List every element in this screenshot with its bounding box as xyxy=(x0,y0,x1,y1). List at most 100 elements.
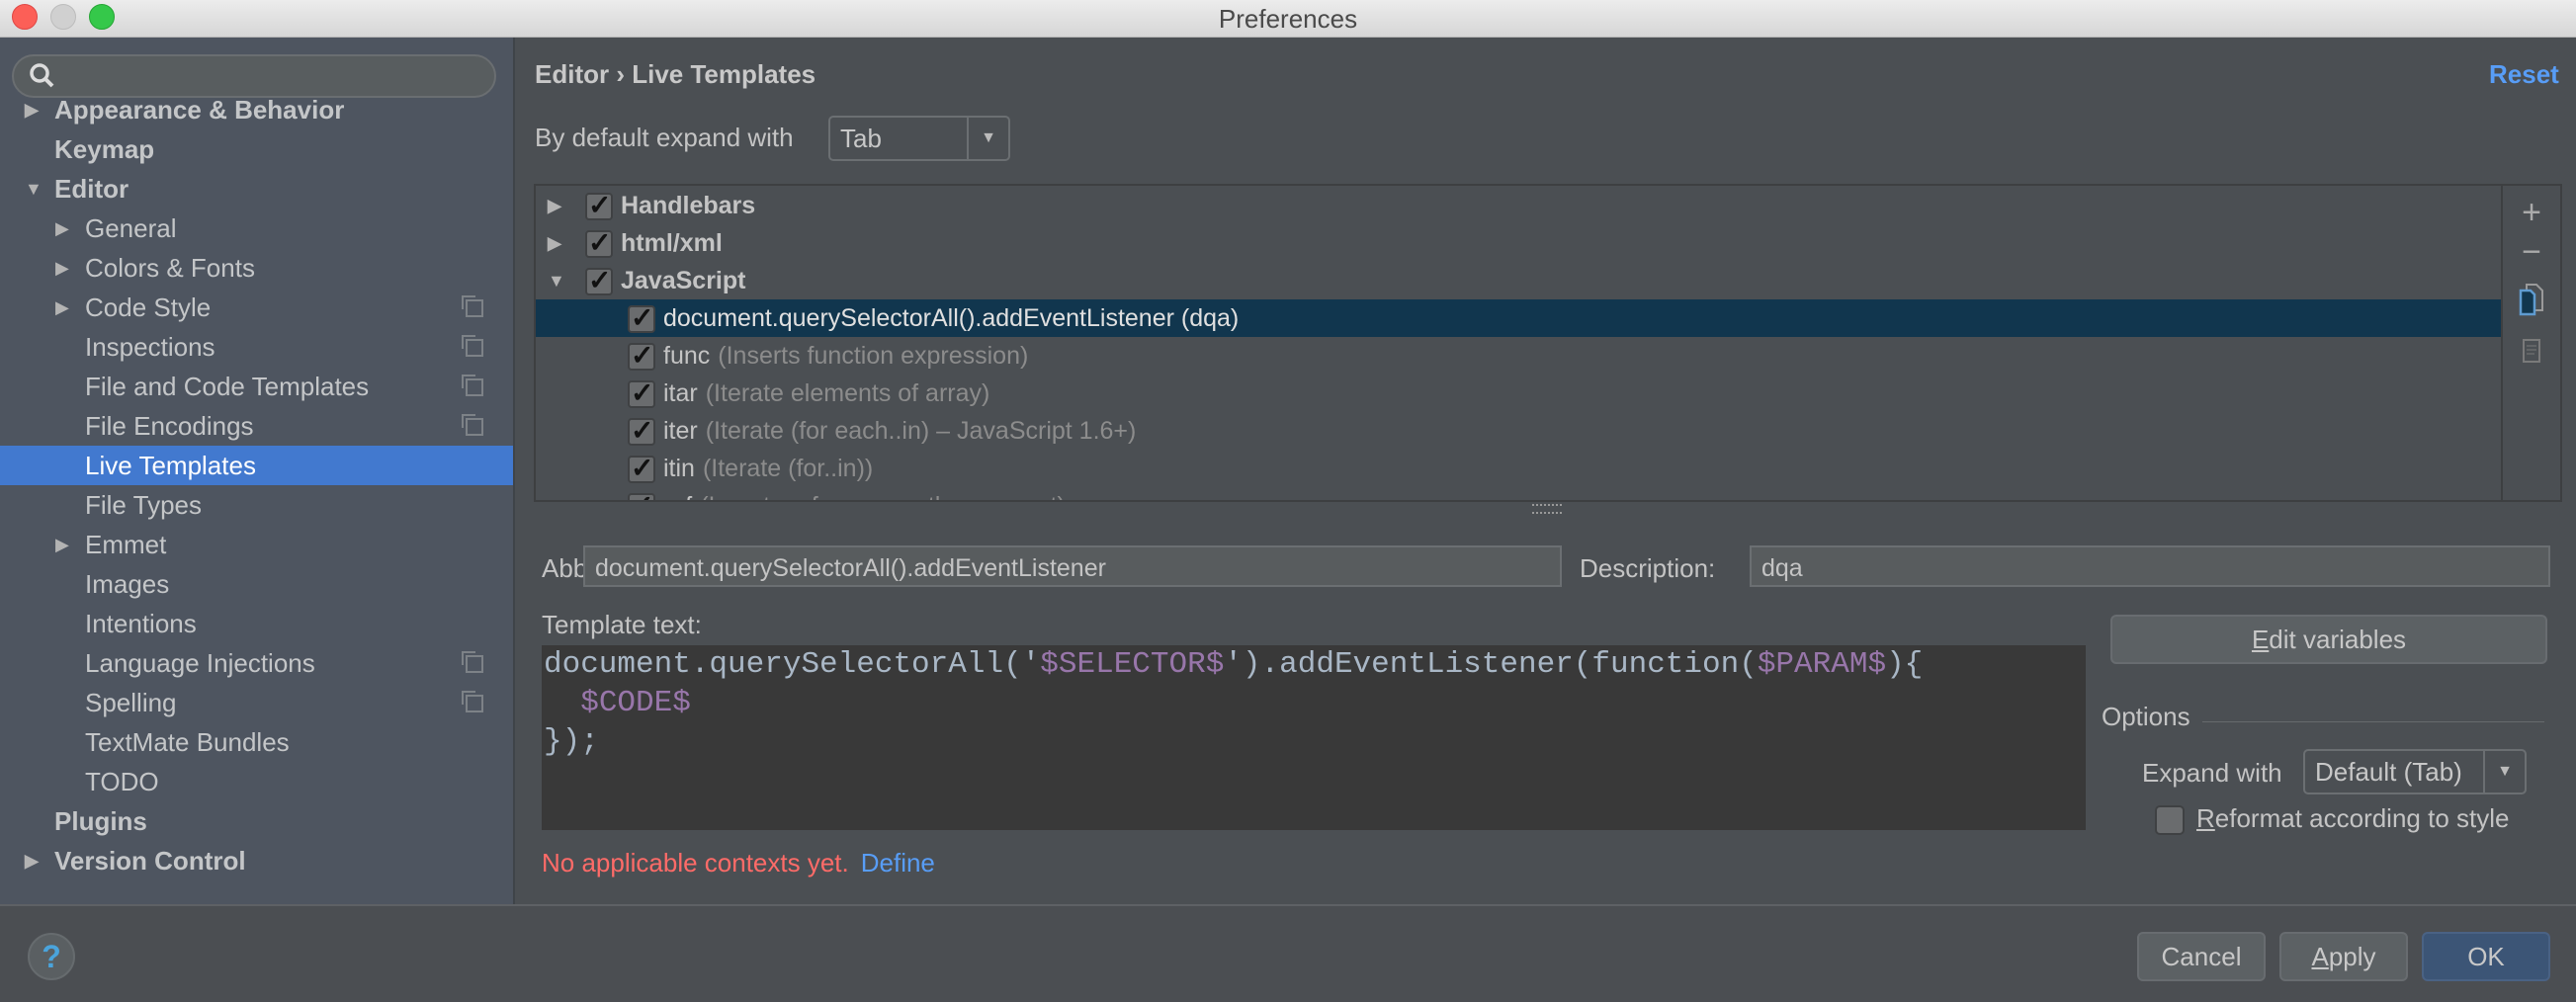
enabled-checkbox[interactable] xyxy=(585,262,613,299)
template-abbreviation: Handlebars xyxy=(621,192,756,219)
sidebar-item-label: Version Control xyxy=(54,846,246,876)
enabled-checkbox[interactable] xyxy=(628,450,655,487)
collapsed-arrow-icon[interactable]: ▶ xyxy=(55,525,69,564)
collapsed-arrow-icon[interactable]: ▶ xyxy=(55,209,69,248)
expanded-arrow-icon[interactable]: ▼ xyxy=(548,262,565,299)
sidebar-item-images[interactable]: Images xyxy=(0,564,513,604)
template-item[interactable]: itar(Iterate elements of array) xyxy=(536,375,2501,412)
project-level-icon xyxy=(462,414,483,436)
template-description: (Inserts function expression) xyxy=(718,342,1029,370)
apply-button[interactable]: Apply xyxy=(2279,932,2408,981)
sidebar-item-plugins[interactable]: Plugins xyxy=(0,801,513,841)
chevron-down-icon: ▼ xyxy=(967,118,1008,159)
collapsed-arrow-icon[interactable]: ▶ xyxy=(55,248,69,288)
sidebar-item-label: Appearance & Behavior xyxy=(54,95,345,125)
template-item[interactable]: iter(Iterate (for each..in) – JavaScript… xyxy=(536,412,2501,450)
template-name: document.querySelectorAll().addEventList… xyxy=(663,299,1239,337)
sidebar-item-textmate-bundles[interactable]: TextMate Bundles xyxy=(0,722,513,762)
sidebar-item-inspections[interactable]: Inspections xyxy=(0,327,513,367)
reformat-label[interactable]: Reformat according to style xyxy=(2196,803,2509,834)
sidebar-item-spelling[interactable]: Spelling xyxy=(0,683,513,722)
define-context-link[interactable]: Define xyxy=(861,848,935,877)
template-abbreviation: itin xyxy=(663,455,695,482)
template-item[interactable]: itin (Iterate (for..in)) xyxy=(536,450,2501,487)
edit-variables-button[interactable]: Edit variables xyxy=(2110,615,2547,664)
reformat-checkbox[interactable] xyxy=(2155,805,2185,835)
template-text-editor[interactable]: document.querySelectorAll('$SELECTOR$').… xyxy=(542,645,2086,830)
template-group[interactable]: ▼ JavaScript xyxy=(536,262,2501,299)
reset-link[interactable]: Reset xyxy=(2489,59,2559,90)
sidebar-item-label: Editor xyxy=(54,174,129,204)
template-group[interactable]: ▶ Handlebars xyxy=(536,187,2501,224)
template-description: (Iterate (for each..in) – JavaScript 1.6… xyxy=(705,417,1137,445)
abbreviation-input[interactable]: document.querySelectorAll().addEventList… xyxy=(583,545,1562,587)
enabled-checkbox[interactable] xyxy=(585,224,613,262)
sidebar-item-emmet[interactable]: ▶ Emmet xyxy=(0,525,513,564)
sidebar-item-file-and-code-templates[interactable]: File and Code Templates xyxy=(0,367,513,406)
template-group[interactable]: ▶ html/xml xyxy=(536,224,2501,262)
no-context-message: No applicable contexts yet. xyxy=(542,848,849,877)
collapsed-arrow-icon[interactable]: ▶ xyxy=(25,90,39,129)
default-expand-select[interactable]: Tab ▼ xyxy=(828,116,1010,161)
add-icon[interactable]: + xyxy=(2503,194,2560,232)
code-text: ){ xyxy=(1886,647,1924,682)
enabled-checkbox[interactable] xyxy=(585,187,613,224)
template-item[interactable]: document.querySelectorAll().addEventList… xyxy=(536,299,2501,337)
expand-with-select[interactable]: Default (Tab) ▼ xyxy=(2303,749,2527,794)
collapsed-arrow-icon[interactable]: ▶ xyxy=(548,224,561,262)
description-input[interactable]: dqa xyxy=(1750,545,2550,587)
template-abbreviation: document.querySelectorAll().addEventList… xyxy=(663,304,1240,332)
sidebar-item-todo[interactable]: TODO xyxy=(0,762,513,801)
enabled-checkbox[interactable] xyxy=(628,487,655,500)
sidebar-item-label: Plugins xyxy=(54,806,147,836)
template-item[interactable]: ref (Inserts reference path comment) xyxy=(536,487,2501,500)
sidebar-item-language-injections[interactable]: Language Injections xyxy=(0,643,513,683)
sidebar-item-file-encodings[interactable]: File Encodings xyxy=(0,406,513,446)
enabled-checkbox[interactable] xyxy=(628,337,655,375)
sidebar-item-general[interactable]: ▶ General xyxy=(0,209,513,248)
expanded-arrow-icon[interactable]: ▼ xyxy=(25,169,43,209)
sidebar-item-editor[interactable]: ▼ Editor xyxy=(0,169,513,209)
templates-tree[interactable]: ▶ Handlebars ▶ html/xml ▼ JavaScript document.… xyxy=(534,184,2503,502)
collapsed-arrow-icon[interactable]: ▶ xyxy=(548,187,561,224)
code-text: ').addEventListener(function( xyxy=(1224,647,1758,682)
sidebar-item-colors-fonts[interactable]: ▶ Colors & Fonts xyxy=(0,248,513,288)
sidebar-item-file-types[interactable]: File Types xyxy=(0,485,513,525)
copy-icon[interactable] xyxy=(2503,283,2560,322)
button-label: dit variables xyxy=(2269,625,2407,654)
sidebar-item-keymap[interactable]: Keymap xyxy=(0,129,513,169)
remove-icon[interactable]: − xyxy=(2503,233,2560,272)
sidebar-item-live-templates[interactable]: Live Templates xyxy=(0,446,513,485)
enabled-checkbox[interactable] xyxy=(628,375,655,412)
sidebar-item-intentions[interactable]: Intentions xyxy=(0,604,513,643)
reformat-text: eformat according to style xyxy=(2214,803,2510,833)
splitter-handle[interactable] xyxy=(1532,504,1562,514)
change-context-icon[interactable] xyxy=(2503,334,2560,368)
sidebar-item-label: Emmet xyxy=(85,530,167,559)
collapsed-arrow-icon[interactable]: ▶ xyxy=(55,288,69,327)
sidebar-item-label: Live Templates xyxy=(85,451,256,480)
description-label: Description: xyxy=(1580,553,1716,583)
enabled-checkbox[interactable] xyxy=(628,412,655,450)
sidebar-item-label: Intentions xyxy=(85,609,197,638)
window-title: Preferences xyxy=(1218,4,1358,34)
code-line: $CODE$ xyxy=(544,686,691,720)
template-abbreviation: itar xyxy=(663,379,698,407)
template-abbreviation: ref xyxy=(663,492,692,500)
project-level-icon xyxy=(462,335,483,357)
code-line: }); xyxy=(544,724,599,759)
cancel-button[interactable]: Cancel xyxy=(2137,932,2266,981)
template-name: iter (Iterate (for each..in) – JavaScript… xyxy=(663,412,1136,450)
sidebar-item-appearance-behavior[interactable]: ▶ Appearance & Behavior xyxy=(0,90,513,129)
enabled-checkbox[interactable] xyxy=(628,299,655,337)
mnemonic: E xyxy=(2251,625,2270,654)
sidebar-item-label: File Encodings xyxy=(85,411,254,441)
sidebar-item-version-control[interactable]: ▶ Version Control xyxy=(0,841,513,880)
sidebar-item-code-style[interactable]: ▶ Code Style xyxy=(0,288,513,327)
collapsed-arrow-icon[interactable]: ▶ xyxy=(25,841,39,880)
template-item[interactable]: func(Inserts function expression) xyxy=(536,337,2501,375)
options-divider xyxy=(2202,721,2544,722)
ok-button[interactable]: OK xyxy=(2422,932,2550,981)
mnemonic: R xyxy=(2196,803,2215,833)
help-button[interactable]: ? xyxy=(28,933,75,980)
